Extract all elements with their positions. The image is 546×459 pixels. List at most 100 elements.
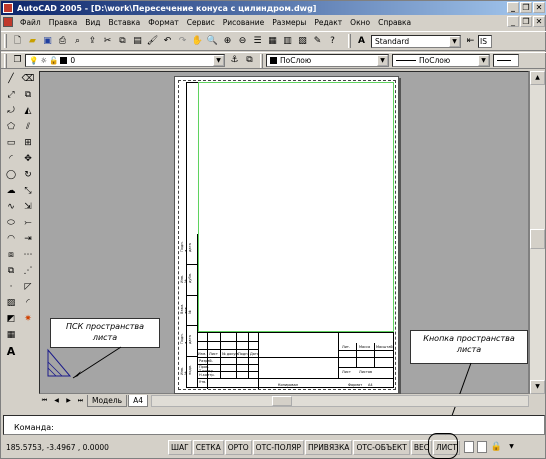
grid-toggle[interactable]: СЕТКА: [192, 439, 224, 455]
autocad-app-icon[interactable]: [3, 3, 13, 13]
doc-close-button[interactable]: ✕: [533, 16, 545, 27]
toolbar-grip[interactable]: [4, 53, 7, 68]
pan-icon[interactable]: ✋: [191, 35, 204, 48]
open-icon[interactable]: ▰: [26, 35, 39, 48]
revision-cloud-icon[interactable]: ☁: [5, 184, 18, 198]
fillet-icon[interactable]: ◜: [22, 296, 35, 310]
document-icon[interactable]: [3, 17, 13, 27]
rotate-icon[interactable]: ↻: [22, 168, 35, 182]
doc-restore-button[interactable]: ❐: [520, 16, 532, 27]
layer-manager-icon[interactable]: ❐: [11, 54, 24, 67]
chevron-down-icon[interactable]: ▼: [449, 35, 460, 47]
properties-icon[interactable]: ☰: [251, 35, 264, 48]
help-icon[interactable]: ?: [326, 35, 339, 48]
hatch-icon[interactable]: ▨: [5, 296, 18, 310]
mirror-icon[interactable]: ◭: [22, 104, 35, 118]
menu-window[interactable]: Окно: [346, 18, 374, 27]
menu-insert[interactable]: Вставка: [105, 18, 145, 27]
circle-icon[interactable]: ◯: [5, 168, 18, 182]
communication-center-icon[interactable]: [477, 441, 488, 453]
layer-select[interactable]: 💡 ☼ 🔓 0 ▼: [25, 54, 225, 67]
polyline-icon[interactable]: ⤾: [5, 104, 18, 118]
menu-edit[interactable]: Правка: [45, 18, 82, 27]
cut-icon[interactable]: ✂: [101, 35, 114, 48]
menu-modify[interactable]: Редакт: [310, 18, 346, 27]
polygon-icon[interactable]: ⬠: [5, 120, 18, 134]
menu-format[interactable]: Формат: [144, 18, 182, 27]
copy-icon[interactable]: ⧉: [116, 35, 129, 48]
design-center-icon[interactable]: ▦: [266, 35, 279, 48]
menu-help[interactable]: Справка: [374, 18, 415, 27]
stretch-icon[interactable]: ⇲: [22, 200, 35, 214]
break-point-icon[interactable]: ⋯: [22, 248, 35, 262]
prev-tab-button[interactable]: ◀: [51, 395, 62, 406]
command-line[interactable]: Команда:: [3, 415, 545, 435]
chevron-down-icon[interactable]: ▼: [505, 441, 518, 454]
menu-dimension[interactable]: Размеры: [268, 18, 310, 27]
zoom-realtime-icon[interactable]: 🔍: [206, 35, 219, 48]
dimension-style-select[interactable]: IS: [478, 34, 492, 48]
offset-icon[interactable]: ⫽: [22, 120, 35, 134]
tab-model[interactable]: Модель: [87, 394, 128, 407]
scroll-down-button[interactable]: ▼: [530, 380, 545, 394]
publish-icon[interactable]: ⇪: [86, 35, 99, 48]
explode-icon[interactable]: ✷: [22, 312, 35, 326]
print-icon[interactable]: ⎙: [56, 35, 69, 48]
viewport[interactable]: [198, 82, 394, 332]
next-tab-button[interactable]: ▶: [63, 395, 74, 406]
last-tab-button[interactable]: ⏭: [75, 395, 86, 406]
zoom-window-icon[interactable]: ⊕: [221, 35, 234, 48]
insert-block-icon[interactable]: ⧈: [5, 248, 18, 262]
copy-object-icon[interactable]: ⧉: [22, 88, 35, 102]
sheet-set-icon[interactable]: ▧: [296, 35, 309, 48]
lock-icon[interactable]: 🔒: [490, 441, 503, 454]
match-properties-icon[interactable]: 🖌: [146, 35, 159, 48]
toolbar-grip[interactable]: [260, 53, 263, 68]
array-icon[interactable]: ⊞: [22, 136, 35, 150]
dimension-style-icon[interactable]: ⇤: [464, 35, 477, 48]
chevron-down-icon[interactable]: ▼: [213, 55, 224, 66]
scrollbar-thumb[interactable]: [530, 229, 545, 249]
paste-icon[interactable]: ▤: [131, 35, 144, 48]
make-layer-current-icon[interactable]: ⚓: [228, 54, 241, 67]
menu-file[interactable]: Файл: [16, 18, 45, 27]
polar-toggle[interactable]: ОТС-ПОЛЯР: [252, 439, 305, 455]
trim-icon[interactable]: ⤚: [22, 216, 35, 230]
make-block-icon[interactable]: ⧉: [5, 264, 18, 278]
vertical-scrollbar[interactable]: ▲ ▼: [529, 71, 545, 394]
rectangle-icon[interactable]: ▭: [5, 136, 18, 150]
layer-previous-icon[interactable]: ⧉: [243, 54, 256, 67]
scroll-up-button[interactable]: ▲: [530, 71, 545, 85]
zoom-previous-icon[interactable]: ⊖: [236, 35, 249, 48]
coordinates-readout[interactable]: 185.5753, -3.4967 , 0.0000: [3, 443, 168, 452]
chamfer-icon[interactable]: ◸: [22, 280, 35, 294]
ortho-toggle[interactable]: ОРТО: [224, 439, 252, 455]
markup-icon[interactable]: ✎: [311, 35, 324, 48]
chevron-down-icon[interactable]: ▼: [377, 55, 388, 66]
linetype-select[interactable]: ПоСлою ▼: [392, 54, 490, 67]
osnap-toggle[interactable]: ПРИВЯЗКА: [305, 439, 353, 455]
ellipse-arc-icon[interactable]: ◠: [5, 232, 18, 246]
save-icon[interactable]: ▣: [41, 35, 54, 48]
multiline-text-icon[interactable]: A: [5, 344, 18, 358]
preview-icon[interactable]: ⌕: [71, 35, 84, 48]
toolbar-grip[interactable]: [348, 34, 351, 48]
first-tab-button[interactable]: ⏮: [39, 395, 50, 406]
color-select[interactable]: ПоСлою ▼: [266, 54, 389, 67]
snap-toggle[interactable]: ШАГ: [168, 439, 192, 455]
construction-line-icon[interactable]: ⤢: [5, 88, 18, 102]
break-icon[interactable]: ⋰: [22, 264, 35, 278]
otrack-toggle[interactable]: ОТС-ОБЪЕКТ: [353, 439, 410, 455]
ellipse-icon[interactable]: ⬭: [5, 216, 18, 230]
table-icon[interactable]: ▦: [5, 328, 18, 342]
text-style-icon[interactable]: A: [355, 35, 368, 48]
new-icon[interactable]: 🗋: [11, 35, 24, 48]
erase-icon[interactable]: ⌫: [22, 72, 35, 86]
menu-view[interactable]: Вид: [81, 18, 104, 27]
viewport-max-icon[interactable]: [464, 441, 475, 453]
undo-icon[interactable]: ↶: [161, 35, 174, 48]
arc-icon[interactable]: ◜: [5, 152, 18, 166]
lineweight-select[interactable]: [493, 54, 519, 67]
restore-button[interactable]: ❐: [520, 2, 532, 13]
toolbar-grip[interactable]: [4, 34, 7, 48]
